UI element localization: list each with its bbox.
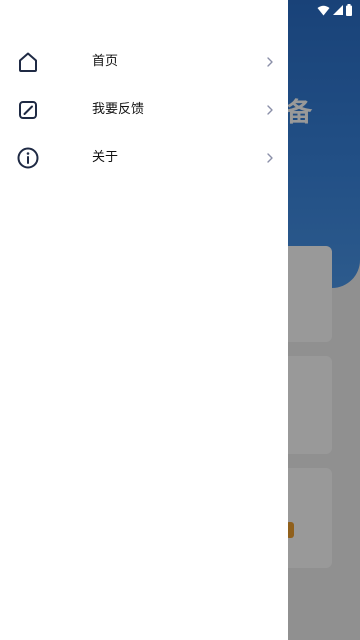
menu-item-about[interactable]: 关于 bbox=[0, 134, 288, 182]
menu-item-home[interactable]: 首页 bbox=[0, 38, 288, 86]
chevron-right-icon bbox=[264, 104, 276, 116]
navigation-drawer: 首页 我要反馈 关于 bbox=[0, 0, 288, 640]
info-icon bbox=[16, 146, 40, 170]
signal-icon bbox=[333, 5, 343, 15]
edit-icon bbox=[16, 98, 40, 122]
menu-item-label: 关于 bbox=[92, 150, 119, 165]
menu-item-feedback[interactable]: 我要反馈 bbox=[0, 86, 288, 134]
chevron-right-icon bbox=[264, 152, 276, 164]
chevron-right-icon bbox=[264, 56, 276, 68]
home-icon bbox=[16, 50, 40, 74]
status-bar bbox=[317, 3, 352, 17]
drawer-menu: 首页 我要反馈 关于 bbox=[0, 38, 288, 182]
wifi-icon bbox=[317, 5, 330, 16]
menu-item-label: 我要反馈 bbox=[92, 102, 145, 117]
menu-item-label: 首页 bbox=[92, 54, 119, 69]
battery-icon bbox=[346, 4, 352, 16]
